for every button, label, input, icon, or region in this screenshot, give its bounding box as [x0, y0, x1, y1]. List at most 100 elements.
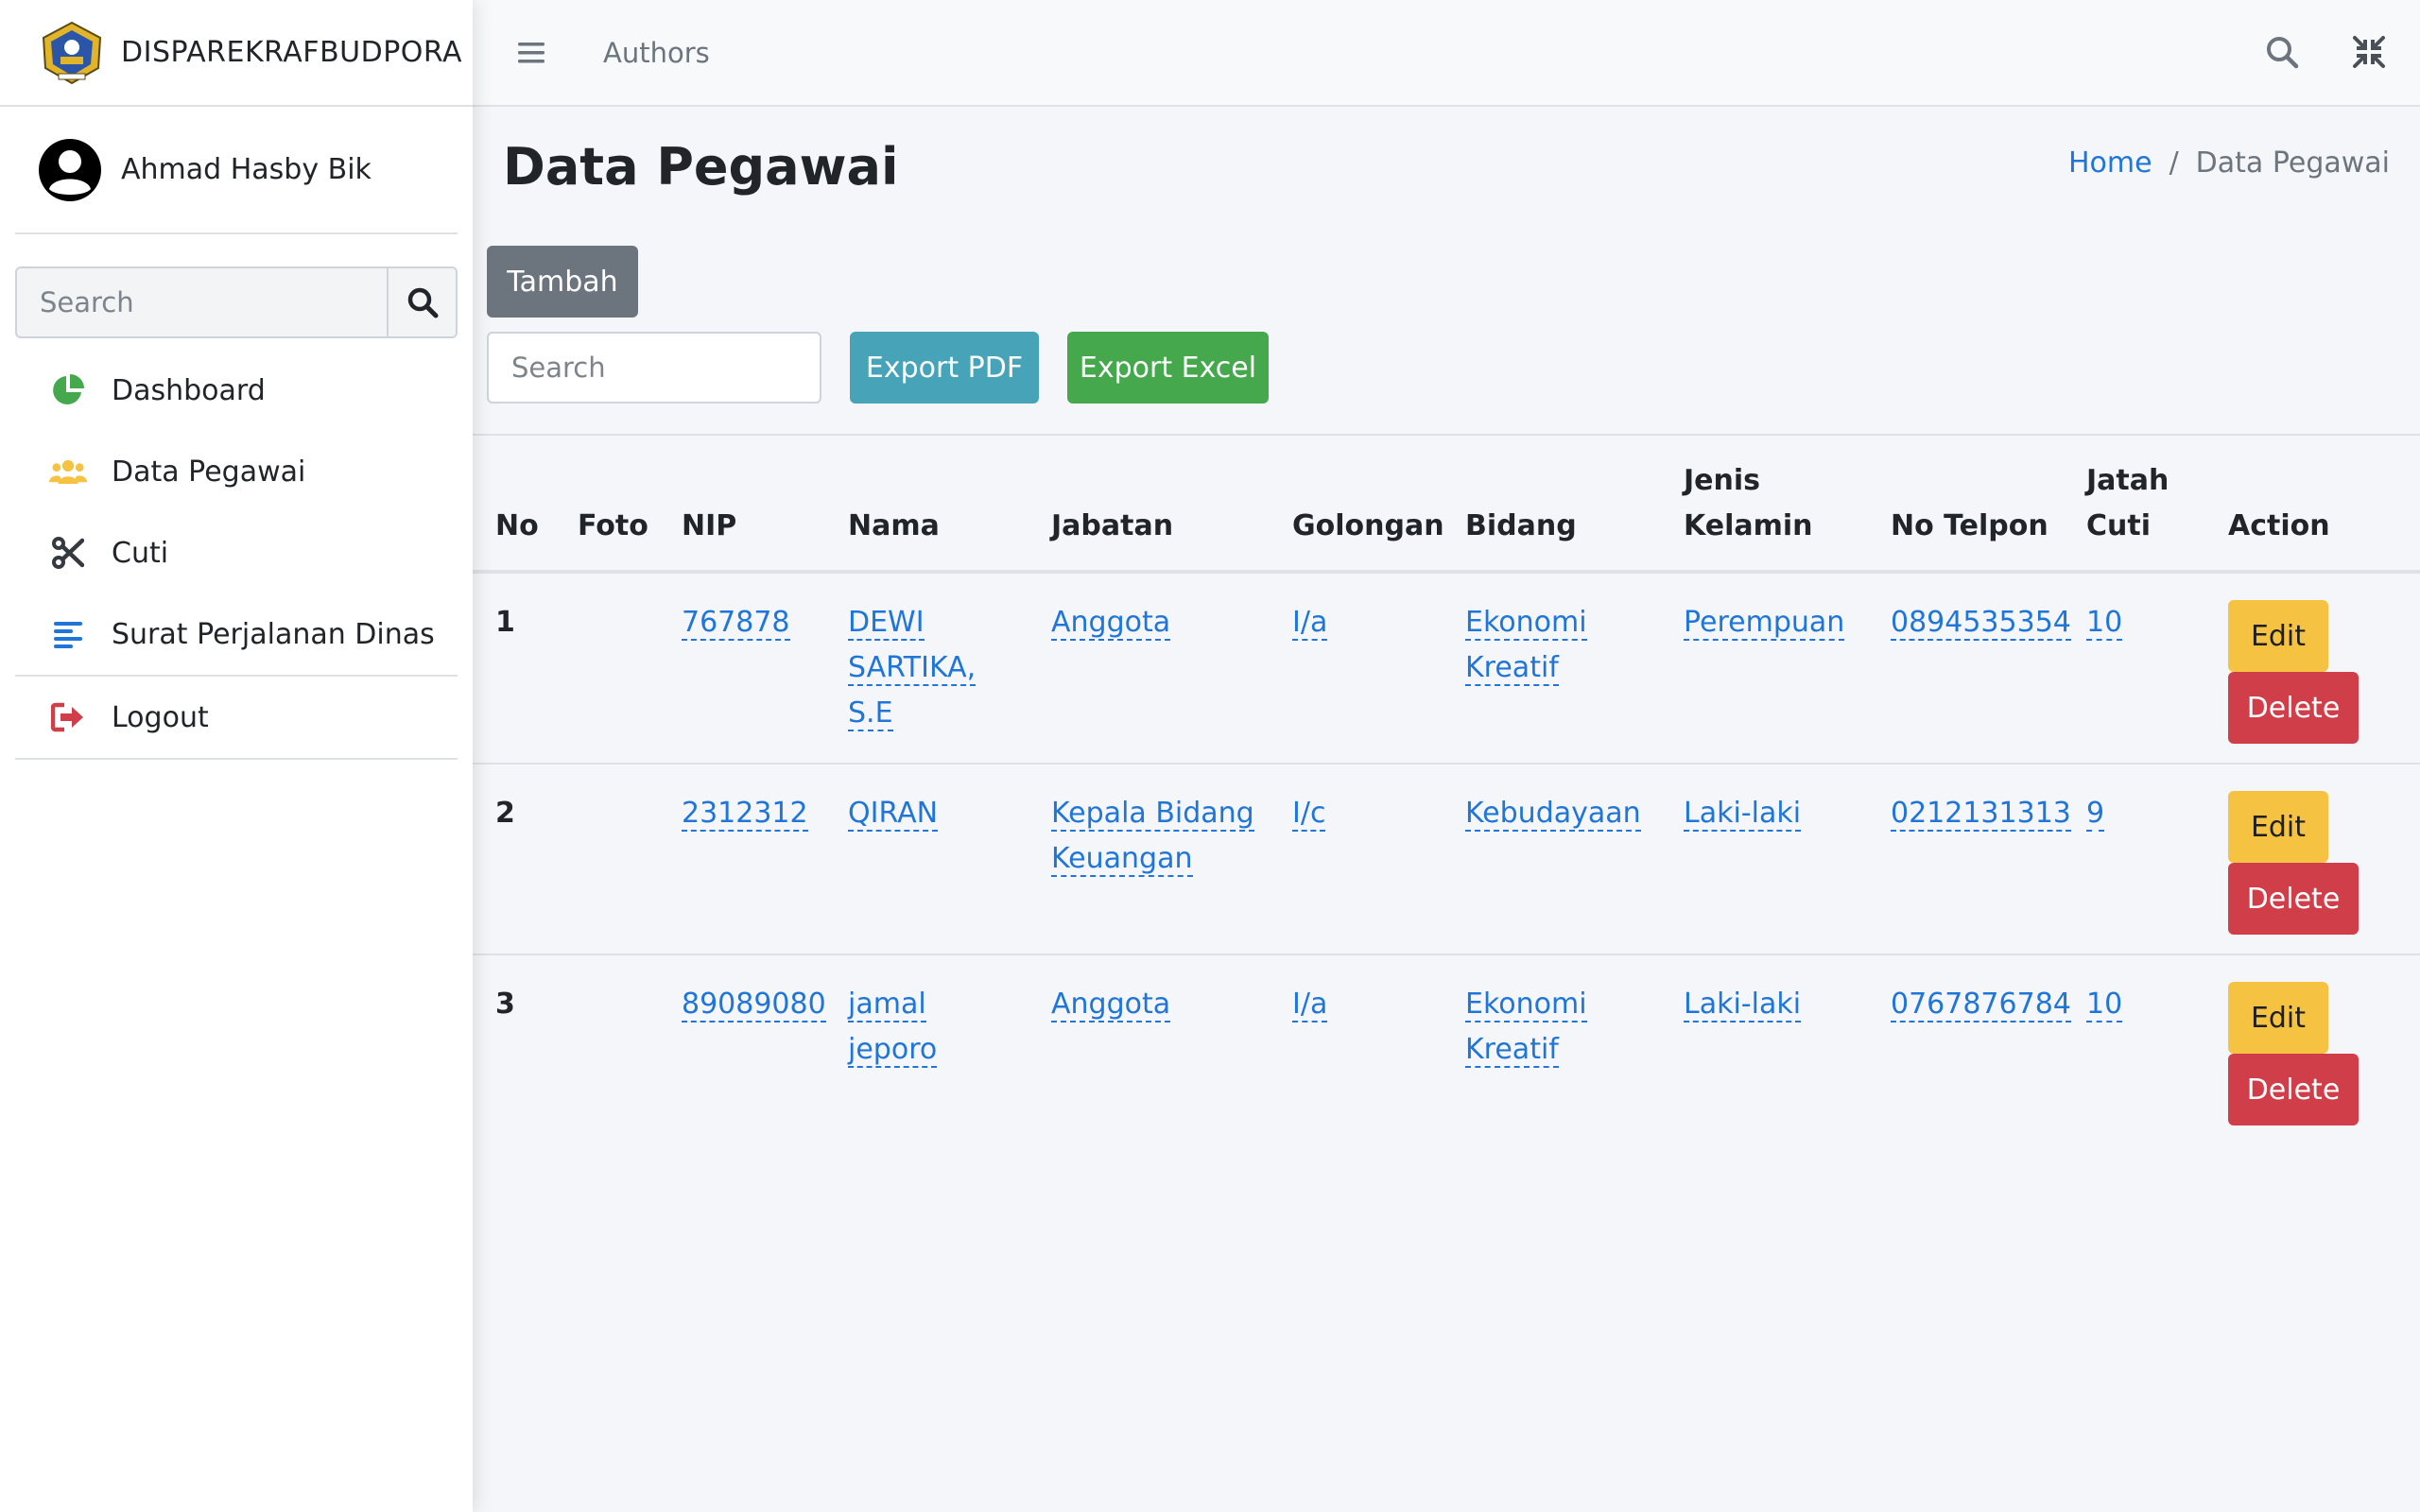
bidang-editable-line[interactable]: Kreatif — [1465, 651, 1559, 686]
fullscreen-toggle-button[interactable] — [2352, 35, 2386, 73]
edit-button[interactable]: Edit — [2228, 600, 2328, 672]
jatah-cuti-editable[interactable]: 10 — [2086, 606, 2123, 641]
jenis-kelamin-cell: Perempuan — [1684, 600, 1845, 645]
column-header-nama[interactable]: Nama — [848, 504, 940, 549]
navbar-search-button[interactable] — [2265, 35, 2299, 73]
column-header-jatah-cuti[interactable]: Jatah Cuti — [2086, 458, 2169, 549]
jatah-cuti-editable[interactable]: 9 — [2086, 797, 2105, 832]
bidang-cell: Ekonomi Kreatif — [1465, 600, 1587, 691]
sidebar-item-label: Surat Perjalanan Dinas — [112, 617, 435, 651]
golongan-editable[interactable]: I/c — [1292, 797, 1326, 832]
bidang-cell: Kebudayaan — [1465, 791, 1641, 836]
chart-pie-icon — [49, 371, 87, 409]
row-number: 1 — [495, 606, 515, 639]
jabatan-cell: Kepala Bidang Keuangan — [1051, 791, 1254, 882]
sidebar-item-surat-perjalanan-dinas[interactable]: Surat Perjalanan Dinas — [15, 593, 458, 675]
nip-cell: 2312312 — [682, 791, 808, 836]
search-icon — [2267, 36, 2299, 68]
breadcrumb-separator: / — [2169, 146, 2179, 180]
sidebar-search-input[interactable] — [17, 268, 387, 336]
nip-editable[interactable]: 89089080 — [682, 988, 826, 1022]
jabatan-cell: Anggota — [1051, 600, 1171, 645]
nama-cell: DEWI SARTIKA, S.E — [848, 600, 977, 736]
nip-editable[interactable]: 2312312 — [682, 797, 808, 832]
jenis-kelamin-editable[interactable]: Laki-laki — [1684, 797, 1802, 832]
jenis-kelamin-editable[interactable]: Laki-laki — [1684, 988, 1802, 1022]
sidebar-search-button[interactable] — [387, 268, 456, 336]
export-excel-button[interactable]: Export Excel — [1067, 332, 1269, 404]
export-pdf-button[interactable]: Export PDF — [850, 332, 1039, 404]
nav-link-authors[interactable]: Authors — [603, 37, 710, 69]
jabatan-editable[interactable]: Anggota — [1051, 988, 1171, 1022]
golongan-editable[interactable]: I/a — [1292, 988, 1328, 1022]
no-telpon-editable[interactable]: 0212131313 — [1891, 797, 2071, 832]
table-search-input[interactable] — [487, 332, 821, 404]
column-header-jatah-cuti-line-2: Cuti — [2086, 509, 2151, 542]
main-content: Data Pegawai Home / Data Pegawai Tambah … — [473, 109, 2420, 1512]
nama-cell: QIRAN — [848, 791, 939, 836]
nip-cell: 767878 — [682, 600, 790, 645]
bidang-editable-line[interactable]: Ekonomi — [1465, 606, 1587, 641]
column-header-foto[interactable]: Foto — [578, 504, 648, 549]
edit-button[interactable]: Edit — [2228, 791, 2328, 863]
golongan-editable[interactable]: I/a — [1292, 606, 1328, 641]
add-employee-button[interactable]: Tambah — [487, 246, 638, 318]
table-row: 2 2312312 QIRAN Kepala Bidang Keuangan I… — [473, 765, 2420, 955]
jabatan-editable-line[interactable]: Kepala Bidang — [1051, 797, 1254, 832]
delete-button[interactable]: Delete — [2228, 672, 2359, 744]
column-header-no[interactable]: No — [495, 504, 539, 549]
column-header-jenis-kelamin[interactable]: Jenis Kelamin — [1684, 458, 1813, 549]
column-header-bidang[interactable]: Bidang — [1465, 504, 1577, 549]
column-header-action: Action — [2228, 509, 2330, 542]
users-icon — [49, 453, 87, 490]
bars-icon — [518, 42, 544, 62]
sidebar-item-label: Dashboard — [112, 373, 266, 407]
column-header-nip[interactable]: NIP — [682, 504, 736, 549]
sidebar-item-data-pegawai[interactable]: Data Pegawai — [15, 431, 458, 512]
breadcrumb: Home / Data Pegawai — [2068, 146, 2390, 180]
jatah-cuti-editable[interactable]: 10 — [2086, 988, 2123, 1022]
no-telpon-editable[interactable]: 0767876784 — [1891, 988, 2071, 1022]
bidang-editable-line[interactable]: Ekonomi — [1465, 988, 1587, 1022]
breadcrumb-current: Data Pegawai — [2195, 146, 2390, 180]
golongan-cell: I/c — [1292, 791, 1326, 836]
nav-divider — [15, 758, 458, 760]
sidebar-item-logout[interactable]: Logout — [15, 677, 458, 758]
bidang-editable-line[interactable]: Kreatif — [1465, 1033, 1559, 1068]
sidebar-item-dashboard[interactable]: Dashboard — [15, 350, 458, 431]
nama-editable-line[interactable]: jamal — [848, 988, 926, 1022]
column-header-golongan[interactable]: Golongan — [1292, 504, 1444, 549]
user-panel[interactable]: Ahmad Hasby Bik — [15, 107, 458, 234]
brand-link[interactable]: DISPAREKRAFBUDPORA — [0, 0, 473, 107]
menu-toggle-button[interactable] — [514, 36, 548, 70]
nama-editable-line[interactable]: SARTIKA, — [848, 651, 977, 686]
bidang-editable-line[interactable]: Kebudayaan — [1465, 797, 1641, 832]
align-left-icon — [49, 615, 87, 653]
table-header: No Foto NIP Nama Jabatan Golongan Bidang… — [473, 436, 2420, 574]
jatah-cuti-cell: 10 — [2086, 600, 2123, 645]
nama-editable-line[interactable]: DEWI — [848, 606, 925, 641]
jabatan-editable-line[interactable]: Keuangan — [1051, 842, 1193, 877]
sidebar-item-cuti[interactable]: Cuti — [15, 512, 458, 593]
jenis-kelamin-cell: Laki-laki — [1684, 791, 1802, 836]
column-header-jenis-kelamin-line-2: Kelamin — [1684, 509, 1813, 542]
breadcrumb-home-link[interactable]: Home — [2068, 146, 2152, 180]
jabatan-cell: Anggota — [1051, 982, 1171, 1027]
edit-button[interactable]: Edit — [2228, 982, 2328, 1054]
bidang-cell: Ekonomi Kreatif — [1465, 982, 1587, 1073]
jenis-kelamin-editable[interactable]: Perempuan — [1684, 606, 1845, 641]
column-header-jabatan[interactable]: Jabatan — [1051, 504, 1173, 549]
nama-editable-line[interactable]: QIRAN — [848, 797, 939, 832]
column-header-no-telpon[interactable]: No Telpon — [1891, 504, 2048, 549]
jabatan-editable[interactable]: Anggota — [1051, 606, 1171, 641]
no-telpon-editable[interactable]: 0894535354 — [1891, 606, 2071, 641]
sidebar-search — [15, 266, 458, 338]
nip-editable[interactable]: 767878 — [682, 606, 790, 641]
sidebar-item-label: Data Pegawai — [112, 455, 306, 489]
delete-button[interactable]: Delete — [2228, 1054, 2359, 1125]
delete-button[interactable]: Delete — [2228, 863, 2359, 935]
row-number: 2 — [495, 797, 515, 830]
nama-editable-line[interactable]: jeporo — [848, 1033, 938, 1068]
nama-editable-line[interactable]: S.E — [848, 696, 893, 731]
row-number: 3 — [495, 988, 515, 1021]
